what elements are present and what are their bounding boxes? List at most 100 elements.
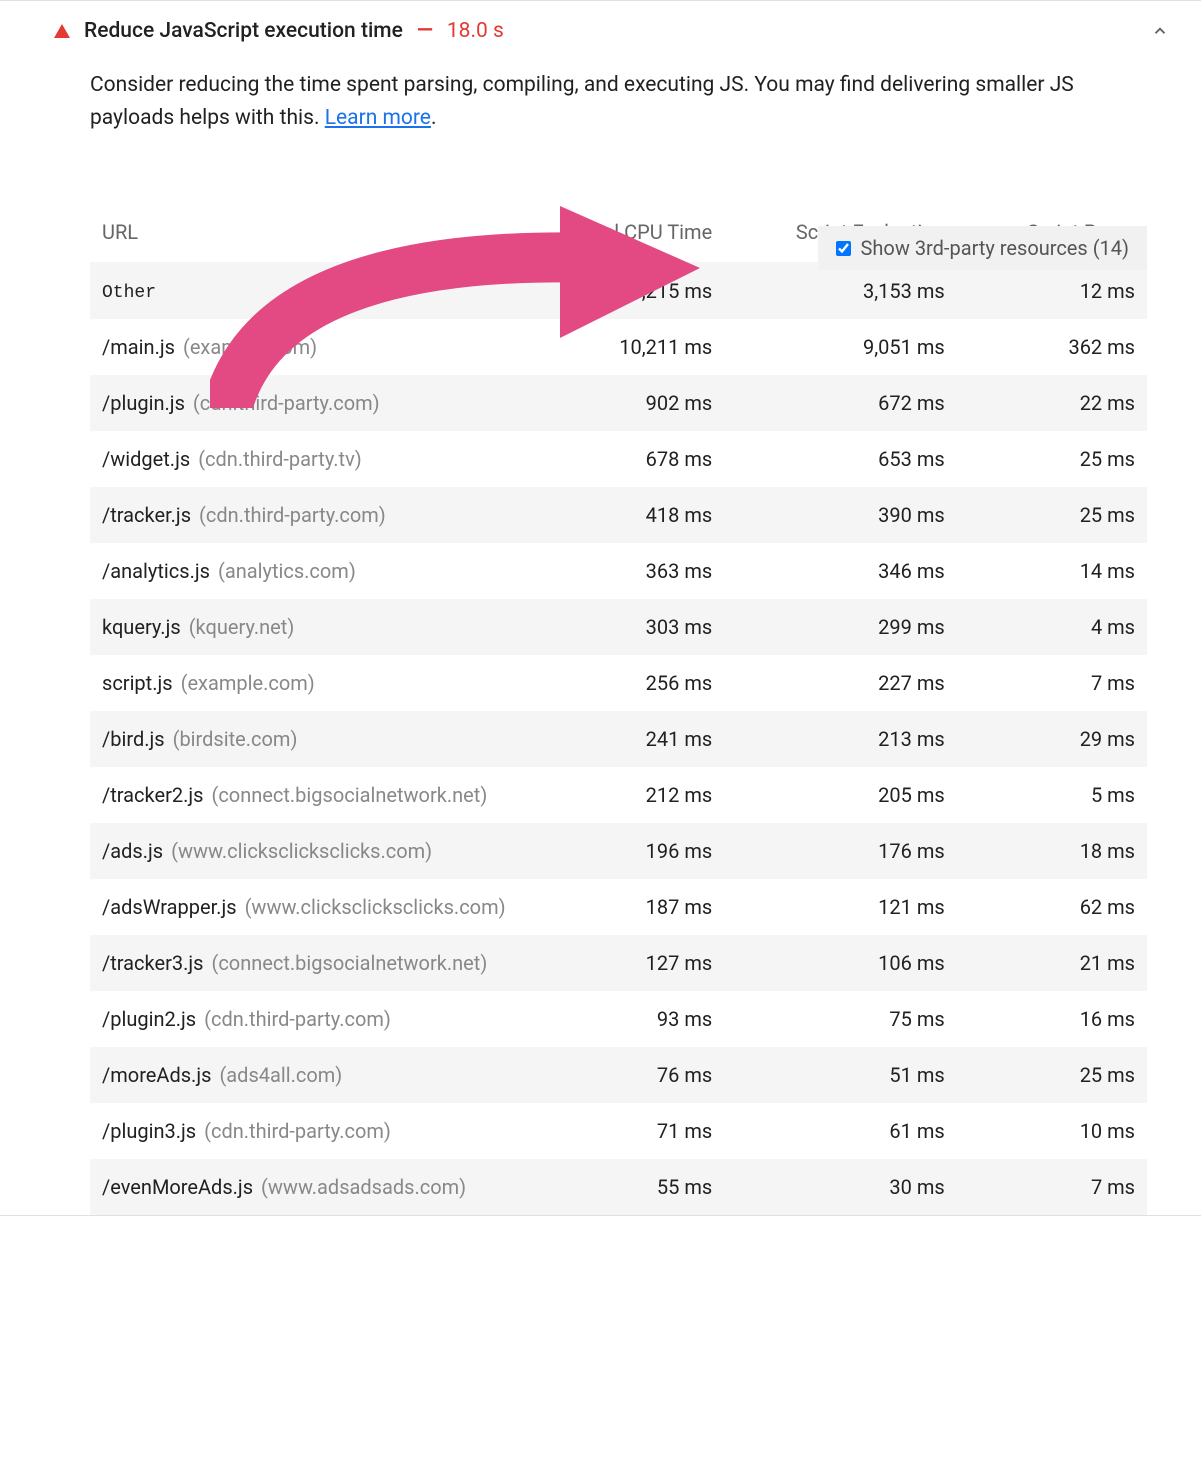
cell-cpu: 902 ms [555,375,724,431]
file-host: (cdn.third-party.tv) [198,447,362,471]
cell-cpu: 10,211 ms [555,319,724,375]
cell-url: Other [90,262,555,319]
table-row: /moreAds.js(ads4all.com)76 ms51 ms25 ms [90,1047,1147,1103]
cell-eval: 176 ms [724,823,957,879]
metric-dash: — [417,19,433,43]
audit-panel: Reduce JavaScript execution time — 18.0 … [0,1,1201,1215]
cell-parse: 7 ms [957,1159,1147,1215]
col-cpu: Total CPU Time [555,208,724,262]
file-name: /moreAds.js [102,1063,211,1087]
audit-header[interactable]: Reduce JavaScript execution time — 18.0 … [54,19,1147,43]
table-row: /tracker3.js (connect.bigsocialnetwork.ne… [90,935,1147,991]
cell-parse: 62 ms [957,879,1147,935]
col-url: URL [90,208,555,262]
third-party-label: Show 3rd-party resources (14) [861,236,1129,260]
third-party-checkbox[interactable] [836,241,851,256]
cell-parse: 21 ms [957,935,1147,991]
file-host: (cdn.third-party.com) [199,503,386,527]
cell-cpu: 196 ms [555,823,724,879]
cell-cpu: 11,215 ms [555,262,724,319]
cell-url: /plugin3.js(cdn.third-party.com) [90,1103,555,1159]
cell-url: /plugin.js (cdn.third-party.com) [90,375,555,431]
file-name: /plugin2.js [102,1007,196,1031]
cell-url: script.js(example.com) [90,655,555,711]
file-name: /tracker3.js [102,951,203,975]
cell-eval: 205 ms [724,767,957,823]
learn-more-link[interactable]: Learn more [325,106,431,130]
cell-eval: 672 ms [724,375,957,431]
cell-parse: 25 ms [957,431,1147,487]
cell-eval: 106 ms [724,935,957,991]
cell-cpu: 187 ms [555,879,724,935]
cell-cpu: 71 ms [555,1103,724,1159]
fail-triangle-icon [54,24,70,38]
cell-eval: 61 ms [724,1103,957,1159]
audit-description-text: Consider reducing the time spent parsing… [90,73,1074,130]
file-host: (www.clicksclicksclicks.com) [171,839,432,863]
table-row: /tracker2.js(connect.bigsocialnetwork.ne… [90,767,1147,823]
table-row: /adsWrapper.js(www.clicksclicksclicks.co… [90,879,1147,935]
cell-eval: 227 ms [724,655,957,711]
cell-url: /plugin2.js(cdn.third-party.com) [90,991,555,1047]
cell-cpu: 212 ms [555,767,724,823]
file-name: /bird.js [102,727,165,751]
file-name: /ads.js [102,839,163,863]
cell-parse: 7 ms [957,655,1147,711]
cell-url: /analytics.js(analytics.com) [90,543,555,599]
file-host: (www.adsadsads.com) [261,1175,466,1199]
cell-cpu: 303 ms [555,599,724,655]
cell-url: /widget.js (cdn.third-party.tv) [90,431,555,487]
table-row: /evenMoreAds.js(www.adsadsads.com)55 ms3… [90,1159,1147,1215]
cell-cpu: 127 ms [555,935,724,991]
cell-eval: 346 ms [724,543,957,599]
file-host: (birdsite.com) [173,727,298,751]
cell-url: /main.js(example.com) [90,319,555,375]
file-name: /adsWrapper.js [102,895,237,919]
table-row: /plugin2.js(cdn.third-party.com)93 ms75 … [90,991,1147,1047]
cell-parse: 14 ms [957,543,1147,599]
file-host: (cdn.third-party.com) [193,391,380,415]
table-row: kquery.js(kquery.net)303 ms299 ms4 ms [90,599,1147,655]
table-row: Other11,215 ms3,153 ms12 ms [90,262,1147,319]
cell-url: kquery.js(kquery.net) [90,599,555,655]
table-row: /bird.js(birdsite.com)241 ms213 ms29 ms [90,711,1147,767]
audit-metric: 18.0 s [447,19,504,43]
cell-eval: 75 ms [724,991,957,1047]
cell-eval: 3,153 ms [724,262,957,319]
file-name: script.js [102,671,173,695]
cell-parse: 25 ms [957,1047,1147,1103]
cell-url: /bird.js (birdsite.com) [90,711,555,767]
cell-parse: 25 ms [957,487,1147,543]
cell-eval: 299 ms [724,599,957,655]
cell-eval: 653 ms [724,431,957,487]
cell-eval: 213 ms [724,711,957,767]
file-host: (analytics.com) [218,559,356,583]
cell-eval: 51 ms [724,1047,957,1103]
cell-url: /tracker.js (cdn.third-party.com) [90,487,555,543]
audit-content: Show 3rd-party resources (14) URL Total … [90,208,1147,1215]
file-name: /widget.js [102,447,190,471]
cell-cpu: 241 ms [555,711,724,767]
third-party-toggle[interactable]: Show 3rd-party resources (14) [818,226,1147,270]
file-name: /plugin.js [102,391,185,415]
cell-parse: 5 ms [957,767,1147,823]
file-host: (connect.bigsocialnetwork.net) [211,951,487,975]
cell-parse: 18 ms [957,823,1147,879]
cell-parse: 22 ms [957,375,1147,431]
cell-cpu: 76 ms [555,1047,724,1103]
file-name: /tracker.js [102,503,191,527]
cell-parse: 10 ms [957,1103,1147,1159]
file-name: kquery.js [102,615,181,639]
file-name: Other [102,283,156,303]
cell-cpu: 93 ms [555,991,724,1047]
table-row: /analytics.js(analytics.com)363 ms346 ms… [90,543,1147,599]
table-row: /main.js(example.com)10,211 ms9,051 ms36… [90,319,1147,375]
chevron-up-icon[interactable] [1151,22,1169,40]
cell-url: /evenMoreAds.js(www.adsadsads.com) [90,1159,555,1215]
audit-title: Reduce JavaScript execution time [84,19,403,43]
table-row: /ads.js (www.clicksclicksclicks.com) 196 m… [90,823,1147,879]
cell-parse: 16 ms [957,991,1147,1047]
cell-cpu: 256 ms [555,655,724,711]
audit-description: Consider reducing the time spent parsing… [90,69,1147,134]
cell-url: /adsWrapper.js(www.clicksclicksclicks.co… [90,879,555,935]
